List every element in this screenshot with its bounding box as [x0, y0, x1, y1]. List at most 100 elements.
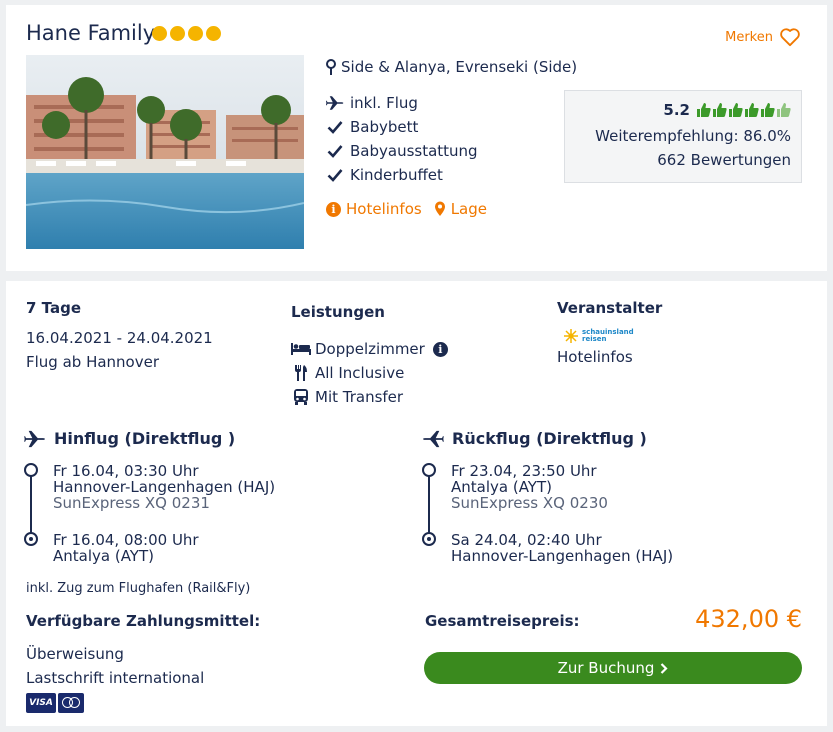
leistung-label: Doppelzimmer	[315, 340, 425, 358]
check-icon	[326, 120, 344, 134]
feature-label: Babybett	[350, 118, 419, 136]
feature-list: inkl. Flug Babybett Babyausstattung Kind…	[326, 91, 478, 187]
hinflug-arrival: Fr 16.04, 08:00 Uhr Antalya (AYT)	[53, 532, 199, 564]
hotel-name[interactable]: Hane Family	[26, 21, 155, 45]
hinflug-flight-number: SunExpress XQ 0231	[53, 494, 210, 512]
rueckflug-timeline	[422, 463, 436, 547]
rating-count: 662 Bewertungen	[657, 151, 791, 169]
thumb-up-icon	[729, 103, 743, 117]
map-pin-icon	[434, 201, 445, 216]
lage-link[interactable]: Lage	[434, 200, 487, 218]
payment-method: Überweisung	[26, 645, 124, 663]
departure-dot	[24, 463, 38, 477]
location-text: Side & Alanya, Evrenseki (Side)	[341, 58, 578, 76]
leistung-label: Mit Transfer	[315, 388, 404, 406]
star-icon	[152, 26, 167, 41]
plane-return-icon	[423, 430, 444, 447]
hinflug-departure: Fr 16.04, 03:30 Uhr Hannover-Langenhagen…	[53, 463, 275, 511]
info-icon: i	[326, 201, 341, 217]
feature-item: Babybett	[326, 115, 478, 139]
bed-icon	[291, 343, 311, 355]
rating-score-row: 5.2	[663, 101, 791, 119]
location-pin-icon	[326, 59, 336, 75]
hotelinfos-link[interactable]: i Hotelinfos	[326, 200, 422, 218]
feature-item: Babyausstattung	[326, 139, 478, 163]
merken-label: Merken	[725, 29, 773, 45]
trip-dates: 16.04.2021 - 24.04.2021	[26, 329, 213, 347]
feature-item: inkl. Flug	[326, 91, 478, 115]
hotel-card: Hane Family Merken Side & Alanya, Evrens…	[6, 5, 827, 271]
feature-label: inkl. Flug	[350, 94, 418, 112]
payment-method: Lastschrift international	[26, 669, 205, 687]
thumb-up-icon	[713, 103, 727, 117]
hinflug-arr-time: Fr 16.04, 08:00 Uhr	[53, 531, 199, 549]
bus-icon	[291, 389, 311, 405]
rueckflug-arrival: Sa 24.04, 02:40 Uhr Hannover-Langenhagen…	[451, 532, 673, 564]
veranstalter-logo-text: schauinsland reisen	[582, 328, 634, 343]
cutlery-icon	[291, 365, 311, 381]
star-icon	[170, 26, 185, 41]
hinflug-dep-time: Fr 16.04, 03:30 Uhr	[53, 462, 199, 480]
payment-title: Verfügbare Zahlungsmittel:	[26, 612, 261, 630]
sun-icon	[564, 329, 578, 343]
hinflug-timeline	[24, 463, 38, 547]
leistung-item: Doppelzimmer i	[291, 337, 448, 361]
leistung-item: Mit Transfer	[291, 385, 448, 409]
hinflug-arr-airport: Antalya (AYT)	[53, 547, 154, 565]
feature-label: Babyausstattung	[350, 142, 478, 160]
rating-score: 5.2	[663, 101, 690, 119]
booking-button[interactable]: Zur Buchung	[424, 652, 802, 684]
rueckflug-dep-time: Fr 23.04, 23:50 Uhr	[451, 462, 597, 480]
rating-recommendation: Weiterempfehlung: 86.0%	[595, 127, 791, 145]
booking-button-label: Zur Buchung	[557, 659, 655, 677]
rueckflug-departure: Fr 23.04, 23:50 Uhr Antalya (AYT) SunExp…	[451, 463, 608, 511]
star-icon	[206, 26, 221, 41]
mastercard-icon	[58, 693, 84, 713]
rueckflug-arr-time: Sa 24.04, 02:40 Uhr	[451, 531, 602, 549]
merken-button[interactable]: Merken	[725, 27, 801, 47]
total-price: 432,00 €	[695, 605, 802, 633]
hotel-photo[interactable]	[26, 55, 304, 249]
thumb-up-icon	[697, 103, 711, 117]
total-price-label: Gesamtreisepreis:	[425, 612, 580, 630]
arrival-dot	[24, 532, 38, 546]
hinflug-header: Hinflug (Direktflug )	[24, 429, 235, 448]
rail-and-fly-note: inkl. Zug zum Flughafen (Rail&Fly)	[26, 581, 251, 596]
hotel-location: Side & Alanya, Evrenseki (Side)	[326, 58, 577, 76]
hotel-links: i Hotelinfos Lage	[326, 200, 487, 218]
departure-dot	[422, 463, 436, 477]
arrival-dot	[422, 532, 436, 546]
payment-cards: VISA	[26, 693, 84, 713]
veranstalter-hotelinfos-link[interactable]: Hotelinfos	[557, 348, 633, 366]
veranstalter-title: Veranstalter	[557, 299, 663, 317]
chevron-right-icon	[661, 662, 668, 674]
hinflug-dep-airport: Hannover-Langenhagen (HAJ)	[53, 478, 276, 496]
plane-icon	[24, 430, 45, 447]
offer-card: 7 Tage 16.04.2021 - 24.04.2021 Flug ab H…	[6, 281, 827, 726]
rating-box[interactable]: 5.2 Weiterempfehlung: 86.0% 662 Bewertun…	[564, 90, 802, 183]
leistung-label: All Inclusive	[315, 364, 405, 382]
rueckflug-flight-number: SunExpress XQ 0230	[451, 494, 608, 512]
rueckflug-arr-airport: Hannover-Langenhagen (HAJ)	[451, 547, 674, 565]
hotel-stars	[152, 26, 221, 41]
feature-label: Kinderbuffet	[350, 166, 443, 184]
hinflug-title: Hinflug (Direktflug )	[54, 429, 236, 448]
leistungen-list: Doppelzimmer i All Inclusive Mit Transfe…	[291, 337, 448, 409]
feature-item: Kinderbuffet	[326, 163, 478, 187]
rueckflug-title: Rückflug (Direktflug )	[452, 429, 647, 448]
trip-departure: Flug ab Hannover	[26, 353, 160, 371]
heart-icon	[780, 28, 800, 47]
rueckflug-header: Rückflug (Direktflug )	[422, 429, 647, 448]
thumb-up-icon	[761, 103, 775, 117]
info-icon[interactable]: i	[432, 341, 448, 357]
leistungen-title: Leistungen	[291, 303, 385, 321]
veranstalter-logo: schauinsland reisen	[564, 329, 634, 343]
check-icon	[326, 144, 344, 158]
lage-label: Lage	[450, 200, 487, 218]
rueckflug-dep-airport: Antalya (AYT)	[451, 478, 552, 496]
thumb-up-icon	[745, 103, 759, 117]
thumb-up-icon	[777, 103, 791, 117]
leistung-item: All Inclusive	[291, 361, 448, 385]
star-icon	[188, 26, 203, 41]
rating-thumbs	[696, 102, 791, 118]
